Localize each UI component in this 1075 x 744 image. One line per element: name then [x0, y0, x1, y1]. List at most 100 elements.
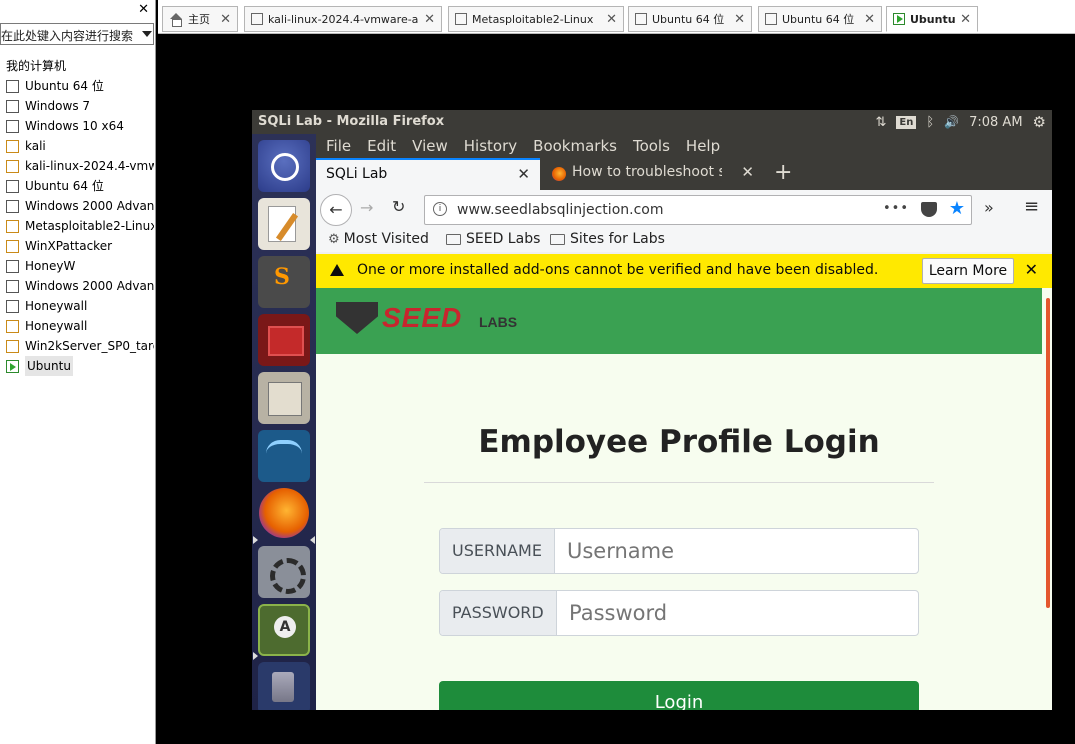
- hamburger-menu-button[interactable]: ≡: [1024, 196, 1039, 217]
- close-icon[interactable]: ✕: [960, 12, 971, 27]
- tree-root-my-computer[interactable]: 我的计算机: [0, 56, 154, 76]
- terminal-icon[interactable]: [258, 314, 310, 366]
- vm-tab[interactable]: kali-linux-2024.4-vmware-am... ✕: [244, 6, 442, 32]
- close-icon[interactable]: ✕: [864, 12, 875, 27]
- wireshark-icon[interactable]: [258, 430, 310, 482]
- menu-file[interactable]: File: [326, 134, 351, 158]
- bookmarks-toolbar: ⚙ Most Visited SEED Labs Sites for Labs: [316, 230, 1052, 252]
- password-input[interactable]: [557, 591, 918, 635]
- tree-item[interactable]: Windows 10 x64: [0, 116, 154, 136]
- firefox-icon[interactable]: [259, 488, 309, 538]
- network-icon[interactable]: ⇅: [875, 115, 886, 130]
- page-scrollbar[interactable]: [1042, 288, 1052, 710]
- file-manager-icon[interactable]: [258, 372, 310, 424]
- vm-tab[interactable]: Metasploitable2-Linux ✕: [448, 6, 624, 32]
- seed-logo-text[interactable]: SEED: [382, 302, 462, 334]
- vm-tab[interactable]: Ubuntu 64 位 ✕: [758, 6, 882, 32]
- volume-icon[interactable]: 🔊: [944, 115, 959, 129]
- close-icon[interactable]: ✕: [220, 12, 231, 27]
- close-icon[interactable]: ✕: [606, 12, 617, 27]
- menu-view[interactable]: View: [412, 134, 448, 158]
- bookmark-seed-labs[interactable]: SEED Labs: [446, 231, 540, 247]
- learn-more-button[interactable]: Learn More: [922, 258, 1014, 284]
- new-tab-button[interactable]: +: [774, 160, 792, 185]
- overflow-menu-button[interactable]: »: [984, 198, 994, 217]
- forward-button[interactable]: →: [360, 198, 373, 217]
- warning-icon: [330, 264, 344, 276]
- tree-item[interactable]: Windows 2000 Advanced: [0, 276, 154, 296]
- reload-button[interactable]: ↻: [392, 197, 405, 216]
- tree-item[interactable]: Win2kServer_SP0_target: [0, 336, 154, 356]
- tree-item[interactable]: HoneyW: [0, 256, 154, 276]
- tree-item-label: kali-linux-2024.4-vmware: [25, 159, 154, 173]
- url-bar[interactable]: i www.seedlabsqlinjection.com ••• ★: [424, 195, 972, 225]
- vm-display[interactable]: SQLi Lab - Mozilla Firefox ⇅ En ᛒ 🔊 7:08…: [252, 110, 1052, 710]
- text-editor-icon[interactable]: [258, 198, 310, 250]
- username-field-group: USERNAME: [439, 528, 919, 574]
- scrollbar-thumb[interactable]: [1046, 298, 1050, 608]
- dash-home-icon[interactable]: [258, 140, 310, 192]
- vm-tab-home[interactable]: 主页 ✕: [162, 6, 238, 32]
- bookmark-most-visited[interactable]: ⚙ Most Visited: [328, 231, 429, 247]
- vm-tab-active[interactable]: Ubuntu ✕: [886, 6, 978, 32]
- tree-item[interactable]: Windows 7: [0, 96, 154, 116]
- tree-item-label: Windows 7: [25, 99, 91, 113]
- menu-edit[interactable]: Edit: [367, 134, 396, 158]
- indicator-area: ⇅ En ᛒ 🔊 7:08 AM ⚙: [875, 113, 1046, 131]
- seed-logo-shield-icon: [336, 302, 378, 334]
- tree-item-label: Ubuntu 64 位: [25, 179, 104, 193]
- tree-item[interactable]: WinXPattacker: [0, 236, 154, 256]
- menu-bookmarks[interactable]: Bookmarks: [533, 134, 617, 158]
- menu-tools[interactable]: Tools: [633, 134, 670, 158]
- tree-item[interactable]: Ubuntu 64 位: [0, 76, 154, 96]
- username-input[interactable]: [555, 529, 918, 573]
- vm-tab[interactable]: Ubuntu 64 位 ✕: [628, 6, 752, 32]
- chevron-down-icon[interactable]: [142, 31, 152, 37]
- pocket-icon[interactable]: [921, 202, 937, 217]
- page-actions-icon[interactable]: •••: [883, 201, 909, 216]
- software-updater-icon[interactable]: [258, 604, 310, 656]
- close-icon[interactable]: ✕: [734, 12, 745, 27]
- tree-item[interactable]: Metasploitable2-Linux: [0, 216, 154, 236]
- url-text[interactable]: www.seedlabsqlinjection.com: [457, 202, 663, 218]
- login-button[interactable]: Login: [439, 681, 919, 710]
- clock[interactable]: 7:08 AM: [969, 115, 1022, 130]
- tree-item-label: Ubuntu 64 位: [25, 79, 104, 93]
- tree-item-label: Windows 2000 Advanced: [25, 199, 154, 213]
- menu-history[interactable]: History: [464, 134, 517, 158]
- tree-item-label: WinXPattacker: [25, 239, 113, 253]
- bookmark-star-icon[interactable]: ★: [949, 198, 965, 219]
- close-icon[interactable]: ✕: [424, 12, 435, 27]
- close-icon[interactable]: ✕: [517, 165, 530, 183]
- tree-item[interactable]: kali: [0, 136, 154, 156]
- vm-tab-label: Ubuntu 64 位: [652, 13, 725, 26]
- browser-tab-active[interactable]: SQLi Lab ✕: [316, 158, 540, 190]
- ubuntu-top-panel: SQLi Lab - Mozilla Firefox ⇅ En ᛒ 🔊 7:08…: [252, 110, 1052, 134]
- gear-icon[interactable]: ⚙: [1033, 113, 1046, 131]
- bookmark-sites-for-labs[interactable]: Sites for Labs: [550, 231, 665, 247]
- tree-item-label: Windows 2000 Advanced: [25, 279, 154, 293]
- tree-item[interactable]: Windows 2000 Advanced: [0, 196, 154, 216]
- vm-tab-label: Ubuntu 64 位: [782, 13, 855, 26]
- firefox-window: File Edit View History Bookmarks Tools H…: [316, 134, 1052, 710]
- browser-tab[interactable]: How to troubleshoot sec ✕: [542, 158, 764, 190]
- library-search-input[interactable]: 在此处键入内容进行搜索: [0, 23, 154, 45]
- system-settings-icon[interactable]: [258, 546, 310, 598]
- close-icon[interactable]: ✕: [1025, 260, 1038, 279]
- close-icon[interactable]: ✕: [741, 163, 754, 181]
- tree-item[interactable]: Ubuntu 64 位: [0, 176, 154, 196]
- tree-item[interactable]: Honeywall: [0, 316, 154, 336]
- tree-item[interactable]: Honeywall: [0, 296, 154, 316]
- trash-icon[interactable]: [258, 662, 310, 710]
- info-icon[interactable]: i: [433, 202, 447, 216]
- tree-item-label: Metasploitable2-Linux: [25, 219, 154, 233]
- menu-help[interactable]: Help: [686, 134, 720, 158]
- bluetooth-icon[interactable]: ᛒ: [926, 115, 934, 130]
- keyboard-layout-indicator[interactable]: En: [896, 115, 917, 129]
- tree-item-selected[interactable]: Ubuntu: [0, 356, 154, 376]
- tree-item[interactable]: kali-linux-2024.4-vmware: [0, 156, 154, 176]
- back-button[interactable]: ←: [320, 194, 352, 226]
- vm-tree: 我的计算机 Ubuntu 64 位 Windows 7 Windows 10 x…: [0, 56, 154, 376]
- library-close-icon[interactable]: ✕: [138, 2, 149, 17]
- sublime-text-icon[interactable]: [258, 256, 310, 308]
